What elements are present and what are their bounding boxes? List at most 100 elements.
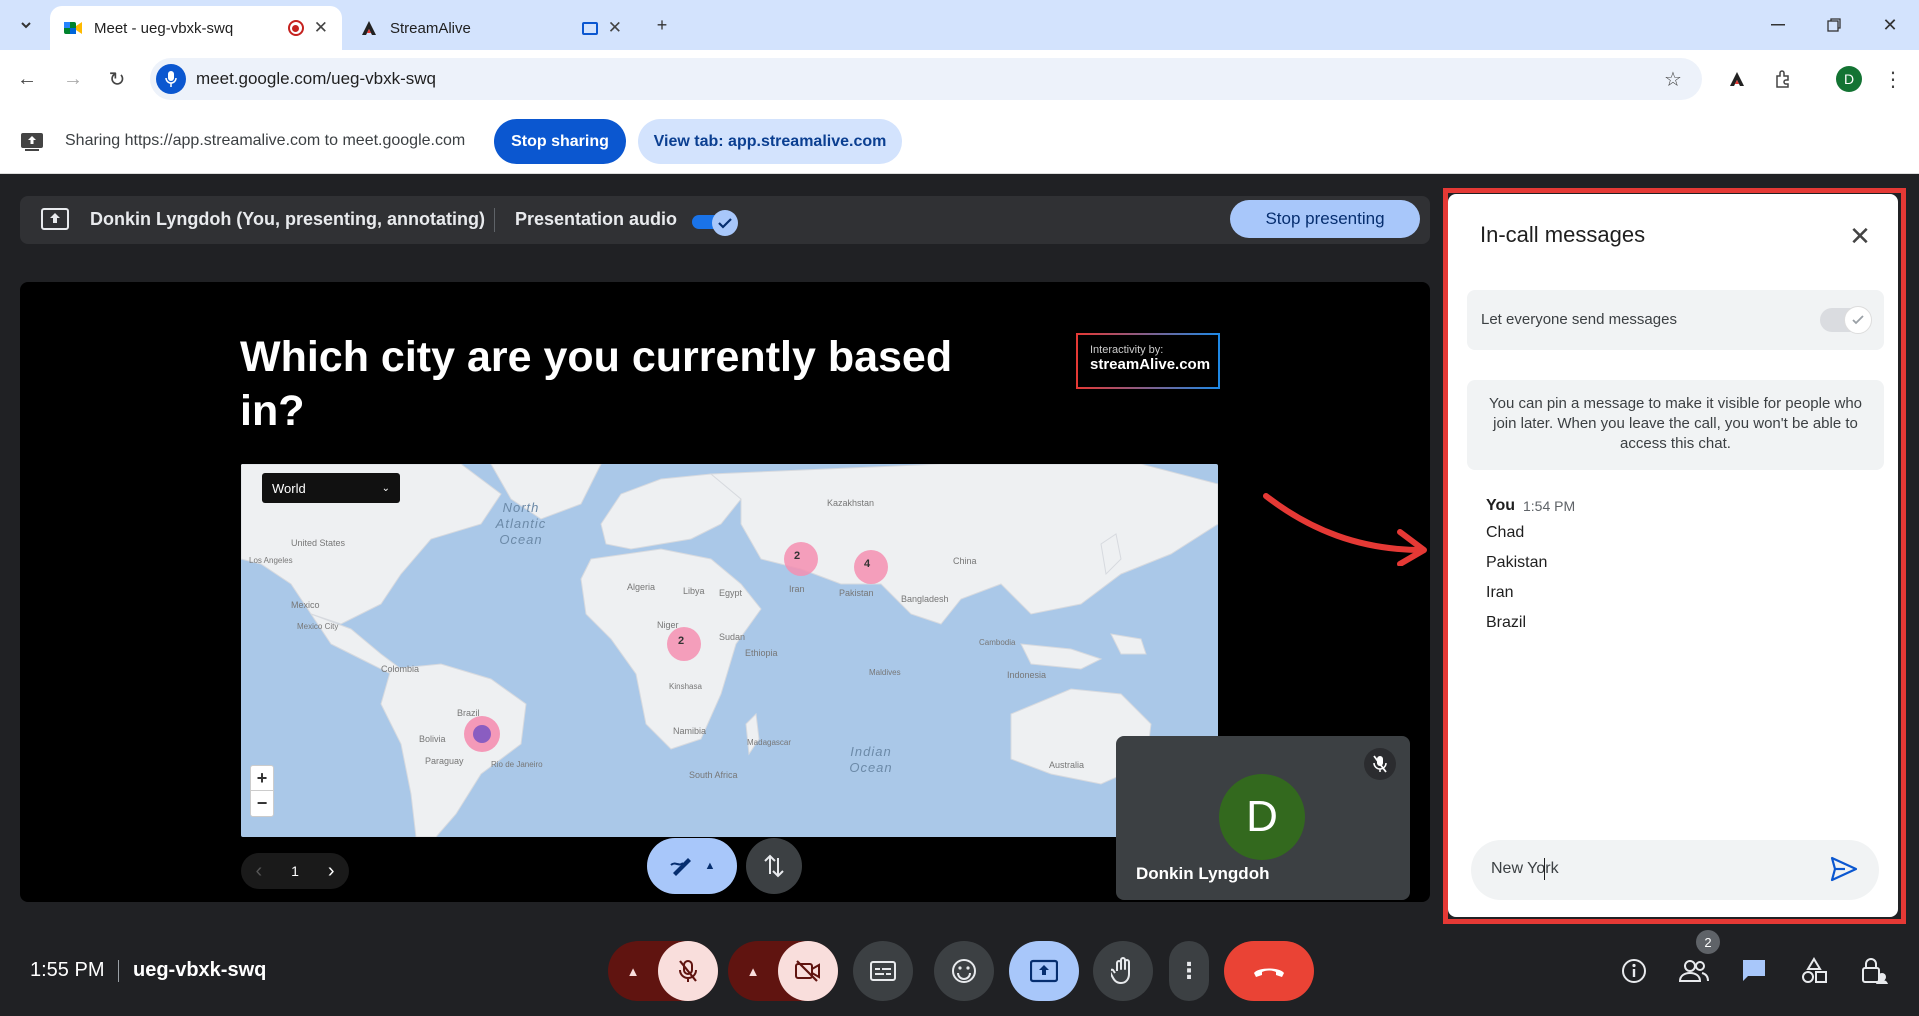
raise-hand-button[interactable] — [1093, 941, 1153, 1001]
streamalive-extension-icon[interactable] — [1722, 64, 1752, 94]
previous-slide-icon[interactable]: ‹ — [255, 860, 262, 883]
map-label-colombia: Colombia — [381, 664, 420, 674]
badge-brand-text: streamAlive.com — [1090, 356, 1211, 373]
chat-icon[interactable] — [1734, 951, 1774, 991]
slide-question: Which city are you currently based in? — [240, 333, 953, 435]
cluster-label: 4 — [864, 558, 871, 570]
zoom-in-icon[interactable]: + — [251, 766, 273, 791]
map-label-kazakhstan: Kazakhstan — [827, 498, 875, 508]
reactions-button[interactable] — [934, 941, 994, 1001]
reload-icon[interactable]: ↻ — [102, 64, 132, 94]
cluster-label: 2 — [678, 635, 685, 647]
chat-message: Iran — [1486, 584, 1514, 601]
profile-avatar[interactable]: D — [1836, 66, 1862, 92]
text-cursor — [1544, 858, 1545, 880]
map-label-maldives: Maldives — [869, 668, 901, 677]
url-text[interactable]: meet.google.com/ueg-vbxk-swq — [196, 69, 436, 89]
meeting-details-icon[interactable] — [1614, 951, 1654, 991]
stop-sharing-button[interactable]: Stop sharing — [494, 119, 626, 164]
next-slide-icon[interactable]: › — [328, 860, 335, 883]
more-options-button[interactable]: ⋮ — [1169, 941, 1209, 1001]
tab-streamalive[interactable]: StreamAlive ✕ — [346, 6, 636, 50]
map-label-libya: Libya — [683, 586, 705, 596]
close-tab-icon[interactable]: ✕ — [608, 18, 622, 38]
mic-options-chevron-icon[interactable]: ▲ — [608, 964, 658, 979]
map-label-pakistan: Pakistan — [839, 588, 874, 598]
camera-options-chevron-icon[interactable]: ▲ — [728, 964, 778, 979]
microphone-control: ▲ — [608, 941, 718, 1001]
map-cluster[interactable] — [784, 542, 818, 576]
self-avatar: D — [1219, 774, 1305, 860]
chat-panel-title: In-call messages — [1480, 222, 1646, 247]
chat-message: Pakistan — [1486, 554, 1548, 571]
present-button[interactable] — [1009, 941, 1079, 1001]
recording-icon — [287, 20, 304, 36]
new-tab-icon[interactable]: + — [646, 10, 678, 40]
streamalive-badge: Interactivity by: streamAlive.com — [1076, 333, 1220, 389]
chat-message-input[interactable]: New York — [1471, 840, 1879, 900]
close-tab-icon[interactable]: ✕ — [314, 18, 328, 38]
screen-share-icon — [20, 132, 44, 157]
host-controls-icon[interactable] — [1854, 951, 1894, 991]
tab-meet[interactable]: Meet - ueg-vbxk-swq ✕ — [50, 6, 342, 50]
back-icon[interactable]: ← — [12, 64, 42, 94]
camera-off-icon[interactable] — [778, 941, 838, 1001]
close-window-icon[interactable]: ✕ — [1874, 10, 1906, 40]
more-vert-icon: ⋮ — [1178, 958, 1200, 983]
map-label-south-africa: South Africa — [689, 770, 738, 780]
chat-info-box: You can pin a message to make it visible… — [1467, 380, 1884, 470]
leave-call-button[interactable] — [1224, 941, 1314, 1001]
map-zoom-controls: + − — [250, 765, 274, 817]
map-label-north-atlantic: North Atlantic Ocean — [495, 500, 547, 547]
map-label-united-states: United States — [291, 538, 346, 548]
map-label-bangladesh: Bangladesh — [901, 594, 949, 604]
zoom-out-icon[interactable]: − — [251, 791, 273, 816]
sharing-status-text: Sharing https://app.streamalive.com to m… — [65, 132, 466, 149]
tab-search-icon[interactable] — [10, 10, 42, 40]
chevron-down-icon: ⌄ — [381, 482, 390, 494]
stop-presenting-button[interactable]: Stop presenting — [1230, 200, 1420, 238]
map-label-iran: Iran — [789, 584, 805, 594]
send-message-icon[interactable] — [1830, 856, 1858, 887]
cluster-label: 2 — [794, 550, 801, 562]
forward-icon[interactable]: → — [58, 64, 88, 94]
muted-mic-icon — [1364, 748, 1396, 780]
map-label-sudan: Sudan — [719, 632, 746, 642]
map-cluster[interactable] — [854, 550, 888, 584]
map-label-los-angeles: Los Angeles — [249, 556, 293, 565]
chevron-up-icon: ▲ — [704, 860, 716, 872]
captions-icon — [870, 961, 896, 981]
extensions-icon[interactable] — [1768, 64, 1798, 94]
swap-view-button[interactable] — [746, 838, 802, 894]
camera-control: ▲ — [728, 941, 838, 1001]
close-chat-icon[interactable]: ✕ — [1842, 218, 1878, 254]
restore-icon[interactable] — [1818, 10, 1850, 40]
map-pin — [473, 725, 491, 743]
map-region-dropdown[interactable]: World ⌄ — [262, 473, 400, 503]
people-icon[interactable] — [1674, 951, 1714, 991]
mic-off-icon[interactable] — [658, 941, 718, 1001]
map-label-namibia: Namibia — [673, 726, 707, 736]
annotation-pen-button[interactable]: ▲ — [647, 838, 737, 894]
view-tab-button[interactable]: View tab: app.streamalive.com — [638, 119, 902, 164]
streamalive-icon — [360, 19, 378, 37]
emoji-icon — [952, 959, 976, 983]
captions-button[interactable] — [853, 941, 913, 1001]
world-map-graphic — [241, 464, 1218, 837]
chat-permission-toggle[interactable] — [1820, 306, 1872, 334]
map-label-australia: Australia — [1049, 760, 1085, 770]
bookmark-star-icon[interactable]: ☆ — [1658, 64, 1688, 94]
chrome-menu-icon[interactable]: ⋮ — [1878, 64, 1908, 94]
pen-icon — [669, 858, 691, 876]
world-map[interactable]: 2 4 2 North Atlantic Ocean Indian Ocean … — [241, 464, 1218, 837]
self-video-tile[interactable]: D Donkin Lyngdoh — [1116, 736, 1410, 900]
cast-icon — [581, 21, 598, 35]
slide-page-number: 1 — [291, 863, 299, 879]
activities-icon[interactable] — [1794, 951, 1834, 991]
hand-icon — [1111, 957, 1130, 984]
presentation-audio-toggle[interactable] — [692, 210, 738, 236]
minimize-icon[interactable] — [1762, 10, 1794, 40]
present-screen-icon — [40, 206, 70, 237]
present-screen-icon — [1030, 959, 1058, 983]
microphone-in-use-icon[interactable] — [156, 64, 186, 94]
